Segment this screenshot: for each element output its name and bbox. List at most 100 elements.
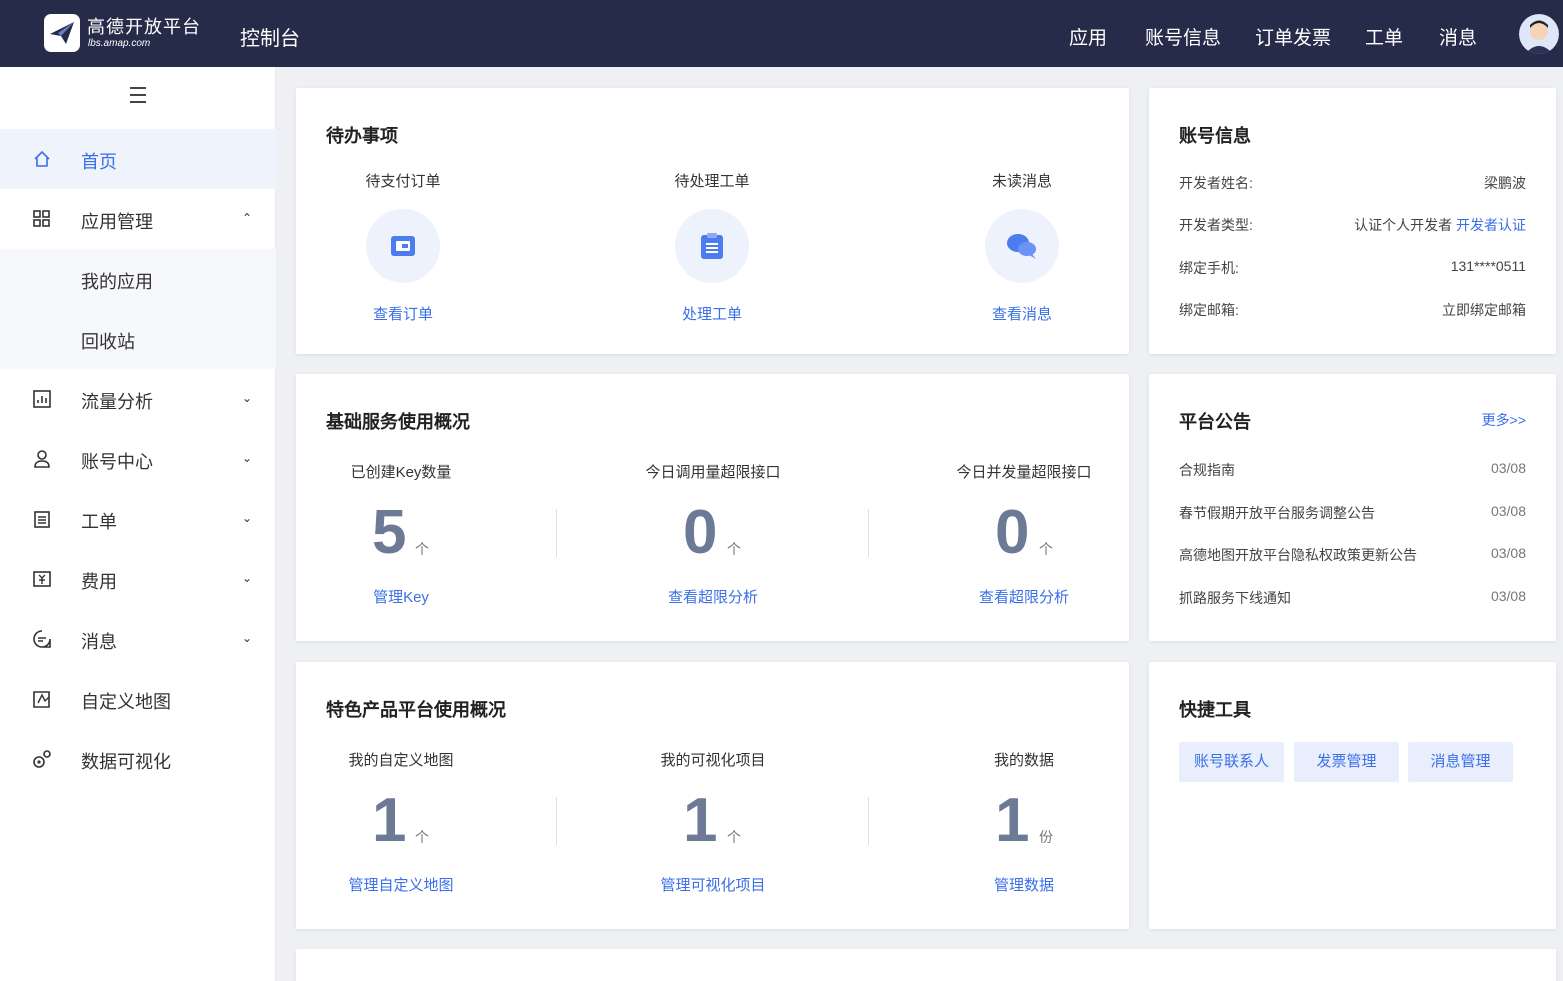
- notice-date: 03/08: [1490, 588, 1526, 604]
- stat-label: 今日调用量超限接口: [645, 464, 781, 481]
- notice-text: 高德地图开放平台隐私权政策更新公告: [1179, 547, 1417, 563]
- sidebar-item-data-visualization[interactable]: 数据可视化: [0, 729, 276, 789]
- amap-logo-icon[interactable]: [44, 14, 80, 52]
- chevron-up-icon: ⌃: [242, 211, 253, 225]
- chevron-down-icon: ⌄: [242, 571, 253, 585]
- row-label: 开发者类型:: [1179, 217, 1253, 233]
- call-limit-analysis-link[interactable]: 查看超限分析: [613, 586, 813, 607]
- sidebar-item-my-apps[interactable]: 我的应用: [0, 249, 276, 309]
- visual-project-count: 1: [683, 786, 718, 855]
- todo-label: 未读消息: [991, 173, 1052, 190]
- notice-card: 平台公告 更多>> 合规指南 03/08 春节假期开放平台服务调整公告 03/08 …: [1149, 374, 1556, 641]
- concurrency-limit-analysis-link[interactable]: 查看超限分析: [924, 586, 1124, 607]
- stat-unit: 个: [727, 541, 741, 557]
- sidebar-item-label: 首页: [81, 152, 117, 172]
- manage-custom-map-link[interactable]: 管理自定义地图: [326, 874, 476, 895]
- todo-label: 待处理工单: [674, 173, 750, 190]
- sidebar-item-label: 应用管理: [81, 212, 153, 232]
- todo-card: 待办事项 待支付订单 查看订单 待处理工单 处理工单 未读消息 查看消息: [296, 88, 1129, 354]
- card-title: 快捷工具: [1179, 700, 1251, 720]
- todo-unread-messages: 未读消息 查看消息: [962, 170, 1082, 324]
- todo-pending-tickets: 待处理工单 处理工单: [652, 170, 772, 324]
- account-contacts-button[interactable]: 账号联系人: [1179, 742, 1284, 782]
- wallet-icon[interactable]: [366, 209, 440, 283]
- handle-tickets-link[interactable]: 处理工单: [652, 303, 772, 324]
- developer-name-row: 开发者姓名: 梁鹏波: [1179, 173, 1526, 193]
- visual-icon: [33, 750, 51, 768]
- notice-text: 合规指南: [1179, 462, 1235, 478]
- sidebar-item-custom-map[interactable]: 自定义地图: [0, 669, 276, 729]
- sidebar-item-traffic-analysis[interactable]: 流量分析 ⌄: [0, 369, 276, 429]
- manage-key-link[interactable]: 管理Key: [326, 586, 476, 607]
- stat-label: 我的可视化项目: [660, 752, 766, 769]
- stat-unit: 个: [727, 829, 741, 845]
- developer-type-row: 开发者类型: 认证个人开发者 开发者认证: [1179, 215, 1526, 235]
- console-title[interactable]: 控制台: [240, 22, 300, 51]
- divider: [868, 509, 869, 557]
- row-label: 绑定邮箱:: [1179, 302, 1239, 318]
- call-limit-value: 0: [683, 498, 718, 567]
- logo-text: 高德开放平台: [87, 17, 201, 37]
- notice-date: 03/08: [1490, 503, 1526, 519]
- avatar[interactable]: [1519, 14, 1559, 54]
- sidebar-item-home[interactable]: 首页: [0, 129, 276, 189]
- manage-visual-project-link[interactable]: 管理可视化项目: [638, 874, 788, 895]
- nav-orders[interactable]: 订单发票: [1255, 23, 1331, 50]
- chart-icon: [33, 390, 51, 408]
- sidebar-item-recycle-bin[interactable]: 回收站: [0, 309, 276, 369]
- top-bar: 高德开放平台 lbs.amap.com 控制台 应用 账号信息 订单发票 工单 …: [0, 0, 1563, 67]
- bind-email-link[interactable]: 立即绑定邮箱: [1442, 300, 1526, 320]
- chevron-down-icon: ⌄: [242, 391, 253, 405]
- invoice-management-button[interactable]: 发票管理: [1294, 742, 1399, 782]
- sidebar-item-account-center[interactable]: 账号中心 ⌄: [0, 429, 276, 489]
- notice-item[interactable]: 高德地图开放平台隐私权政策更新公告 03/08: [1179, 545, 1526, 565]
- stat-unit: 份: [1039, 829, 1053, 845]
- sidebar-item-app-management[interactable]: 应用管理 ⌃: [0, 189, 276, 249]
- clipboard-icon[interactable]: [675, 209, 749, 283]
- stat-label: 我的自定义地图: [348, 752, 454, 769]
- key-count-value: 5: [372, 498, 407, 567]
- sidebar-item-label: 账号中心: [81, 452, 153, 472]
- message-icon: [33, 630, 51, 648]
- card-title: 平台公告: [1179, 412, 1251, 432]
- chevron-down-icon: ⌄: [242, 451, 253, 465]
- notice-item[interactable]: 抓路服务下线通知 03/08: [1179, 588, 1526, 608]
- chevron-down-icon: ⌄: [242, 511, 253, 525]
- phone-value: 131****0511: [1450, 258, 1526, 274]
- menu-toggle-icon[interactable]: [130, 87, 146, 108]
- stat-unit: 个: [415, 541, 429, 557]
- logo-subtext: lbs.amap.com: [88, 38, 151, 49]
- sidebar-item-label: 流量分析: [81, 392, 153, 412]
- todo-unpaid-orders: 待支付订单 查看订单: [343, 170, 463, 324]
- sidebar-item-label: 我的应用: [81, 272, 153, 292]
- concurrency-limit-label-wrap: 今日并发量超限接口: [924, 461, 1124, 482]
- sidebar-item-tickets[interactable]: 工单 ⌄: [0, 489, 276, 549]
- sidebar-item-fees[interactable]: 费用 ⌄: [0, 549, 276, 609]
- view-messages-link[interactable]: 查看消息: [962, 303, 1082, 324]
- nav-messages[interactable]: 消息: [1439, 23, 1477, 50]
- nav-account[interactable]: 账号信息: [1145, 23, 1221, 50]
- nav-apps[interactable]: 应用: [1069, 23, 1107, 50]
- developer-certify-link[interactable]: 开发者认证: [1456, 217, 1526, 233]
- phone-row: 绑定手机: 131****0511: [1179, 258, 1526, 278]
- call-limit-label-wrap: 今日调用量超限接口: [613, 461, 813, 482]
- card-title: 特色产品平台使用概况: [326, 700, 506, 720]
- chat-icon[interactable]: [985, 209, 1059, 283]
- key-count-label-wrap: 已创建Key数量: [326, 461, 476, 482]
- notice-item[interactable]: 合规指南 03/08: [1179, 460, 1526, 480]
- featured-products-card: 特色产品平台使用概况 我的自定义地图 1 个 管理自定义地图 我的可视化项目 1…: [296, 662, 1129, 929]
- nav-tickets[interactable]: 工单: [1365, 23, 1403, 50]
- message-management-button[interactable]: 消息管理: [1408, 742, 1513, 782]
- developer-type-value: 认证个人开发者: [1354, 217, 1453, 233]
- more-notices-link[interactable]: 更多>>: [1482, 410, 1526, 430]
- stat-label: 我的数据: [993, 752, 1054, 769]
- view-orders-link[interactable]: 查看订单: [343, 303, 463, 324]
- notice-date: 03/08: [1490, 545, 1526, 561]
- row-label: 绑定手机:: [1179, 260, 1239, 276]
- concurrency-limit-value: 0: [995, 498, 1030, 567]
- quick-tools-card: 快捷工具 账号联系人 发票管理 消息管理: [1149, 662, 1556, 929]
- sidebar-item-messages[interactable]: 消息 ⌄: [0, 609, 276, 669]
- notice-item[interactable]: 春节假期开放平台服务调整公告 03/08: [1179, 503, 1526, 523]
- manage-data-link[interactable]: 管理数据: [949, 874, 1099, 895]
- card-title: 账号信息: [1179, 126, 1251, 146]
